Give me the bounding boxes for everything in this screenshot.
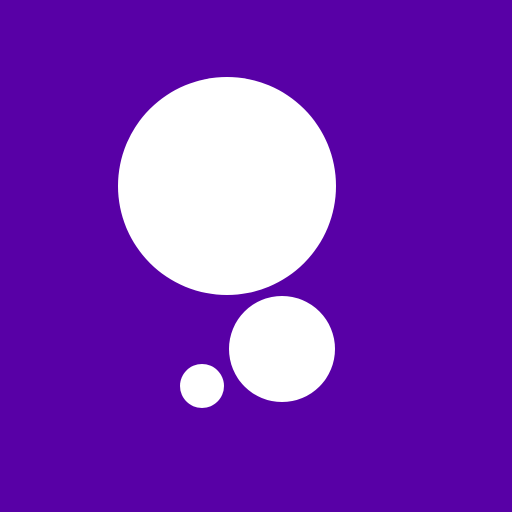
small-circle	[180, 364, 224, 408]
medium-circle	[229, 296, 335, 402]
large-circle	[118, 77, 336, 295]
three-circles-bubbles-icon	[0, 0, 512, 512]
app-icon	[0, 0, 512, 512]
